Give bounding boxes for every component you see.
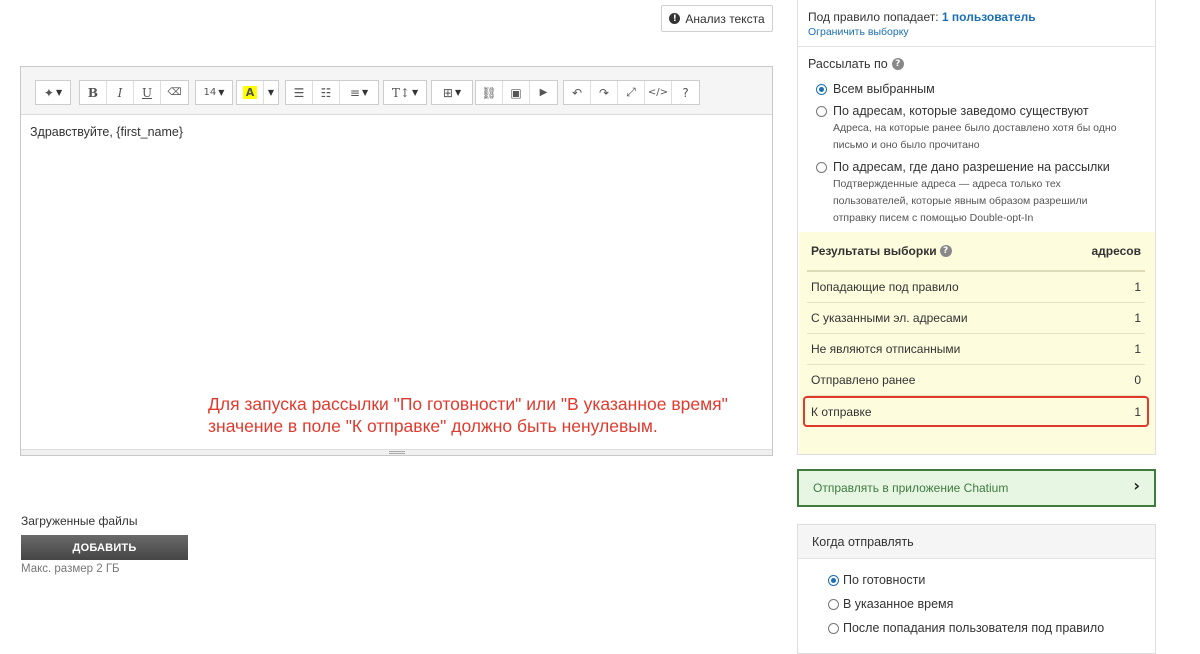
send-by-heading: Рассылать по ?: [808, 57, 904, 71]
analyze-text-button[interactable]: ! Анализ текста: [661, 5, 773, 32]
text-style-icon[interactable]: T↕ ▼: [384, 81, 426, 104]
italic-icon[interactable]: I: [107, 81, 134, 104]
chatium-label: Отправлять в приложение Chatium: [813, 481, 1009, 495]
results-title: Результаты выборки: [811, 244, 937, 258]
send-by-label: Рассылать по: [808, 57, 888, 71]
send-to-chatium-button[interactable]: Отправлять в приложение Chatium ›: [797, 469, 1156, 507]
radio-selected-icon[interactable]: [816, 84, 827, 95]
send-by-option-all[interactable]: Всем выбранным: [816, 82, 935, 96]
color-dropdown-caret[interactable]: ▼: [264, 81, 278, 104]
bullet-list-icon[interactable]: ☰: [286, 81, 313, 104]
toolbar-group-format: B I U ⌫: [79, 80, 189, 105]
toolbar-group-text-style: T↕ ▼: [383, 80, 427, 105]
editor-resize-handle[interactable]: [21, 449, 772, 455]
when-to-send-title: Когда отправлять: [798, 525, 1155, 559]
option-label: По адресам, где дано разрешение на рассы…: [833, 160, 1110, 174]
font-size-select[interactable]: 14 ▼: [196, 81, 232, 104]
toolbar-group-insert: ⛓ ▣ ▶: [475, 80, 558, 105]
underline-icon[interactable]: U: [134, 81, 161, 104]
to-send-row: К отправке 1: [803, 396, 1149, 427]
when-option-after-rule[interactable]: После попадания пользователя под правило: [828, 621, 1104, 635]
option-label: В указанное время: [843, 597, 954, 611]
link-icon[interactable]: ⛓: [476, 81, 503, 104]
row-label: Не являются отписанными: [811, 342, 961, 356]
rule-prefix: Под правило попадает:: [808, 10, 939, 24]
audience-panel: Под правило попадает: 1 пользователь Огр…: [797, 0, 1156, 455]
highlight-color-icon[interactable]: A: [237, 81, 264, 104]
editor-toolbar: ✦ ▼ B I U ⌫ 14 ▼ A ▼ ☰ ☷ ≡ ▼ T↕ ▼ ⊞ ▼ ⛓ ▣ ▶: [21, 67, 772, 115]
when-to-send-panel: Когда отправлять По готовности В указанн…: [797, 524, 1156, 654]
limit-selection-link[interactable]: Ограничить выборку: [808, 26, 909, 38]
option-label: По готовности: [843, 573, 926, 587]
question-icon[interactable]: ?: [891, 58, 904, 70]
option-label: По адресам, которые заведомо существуют: [833, 104, 1089, 118]
row-value: 1: [1134, 280, 1141, 294]
bold-icon[interactable]: B: [80, 81, 107, 104]
table-row: Отправлено ранее 0: [807, 365, 1145, 396]
max-size-note: Макс. размер 2 ГБ: [21, 563, 120, 575]
analyze-text-label: Анализ текста: [685, 11, 765, 26]
results-column-label: адресов: [1091, 244, 1141, 258]
undo-icon[interactable]: ↶: [564, 81, 591, 104]
send-by-option-existing[interactable]: По адресам, которые заведомо существуют …: [816, 104, 1133, 154]
redo-icon[interactable]: ↷: [591, 81, 618, 104]
table-icon[interactable]: ⊞ ▼: [432, 81, 472, 104]
row-label: Попадающие под правило: [811, 280, 959, 294]
option-label: После попадания пользователя под правило: [843, 621, 1105, 635]
editor-text: Здравствуйте, {first_name}: [30, 125, 184, 139]
option-description: Адреса, на которые ранее было доставлено…: [833, 122, 1117, 151]
toolbar-group-misc: ↶ ↷ ⤢ </> ?: [563, 80, 700, 105]
toolbar-group-para: ☰ ☷ ≡ ▼: [285, 80, 379, 105]
divider: [798, 46, 1155, 47]
radio-icon[interactable]: [828, 623, 839, 634]
eraser-icon[interactable]: ⌫: [161, 81, 188, 104]
annotation-note: Для запуска рассылки "По готовности" или…: [208, 393, 748, 437]
numbered-list-icon[interactable]: ☷: [313, 81, 340, 104]
radio-icon[interactable]: [816, 162, 827, 173]
magic-wand-icon[interactable]: ✦ ▼: [36, 81, 70, 104]
toolbar-group-style: ✦ ▼: [35, 80, 71, 105]
radio-icon[interactable]: [828, 599, 839, 610]
info-icon: !: [669, 13, 681, 24]
uploaded-files-label: Загруженные файлы: [21, 514, 138, 528]
annotation-line-2: значение в поле "К отправке" должно быть…: [208, 416, 658, 436]
image-icon[interactable]: ▣: [503, 81, 530, 104]
row-label: Отправлено ранее: [811, 373, 916, 387]
align-icon[interactable]: ≡ ▼: [340, 81, 378, 104]
rule-summary: Под правило попадает: 1 пользователь: [808, 10, 1036, 24]
results-table: Результаты выборки ? адресов Попадающие …: [799, 232, 1155, 454]
code-view-icon[interactable]: </>: [645, 81, 672, 104]
video-icon[interactable]: ▶: [530, 81, 557, 104]
send-by-option-permitted[interactable]: По адресам, где дано разрешение на рассы…: [816, 160, 1133, 227]
annotation-line-1: Для запуска рассылки "По готовности" или…: [208, 394, 728, 414]
rule-count[interactable]: 1 пользователь: [942, 10, 1036, 24]
table-row: Попадающие под правило 1: [807, 272, 1145, 303]
option-description: Подтвержденные адреса — адреса только те…: [833, 178, 1088, 224]
radio-selected-icon[interactable]: [828, 575, 839, 586]
toolbar-group-color: A ▼: [236, 80, 279, 105]
help-icon[interactable]: ?: [672, 81, 699, 104]
results-header: Результаты выборки ? адресов: [807, 232, 1145, 272]
chevron-right-icon: ›: [1133, 475, 1140, 495]
row-label: К отправке: [811, 404, 872, 419]
toolbar-group-size: 14 ▼: [195, 80, 233, 105]
when-option-ready[interactable]: По готовности: [828, 573, 925, 587]
option-label: Всем выбранным: [833, 82, 935, 96]
radio-icon[interactable]: [816, 106, 827, 117]
row-value: 0: [1134, 373, 1141, 387]
editor-content[interactable]: Здравствуйте, {first_name}: [21, 115, 772, 149]
fullscreen-icon[interactable]: ⤢: [618, 81, 645, 104]
table-row: С указанными эл. адресами 1: [807, 303, 1145, 334]
row-value: 1: [1134, 404, 1141, 419]
row-label: С указанными эл. адресами: [811, 311, 968, 325]
question-icon[interactable]: ?: [939, 245, 952, 257]
row-value: 1: [1134, 342, 1141, 356]
add-file-button[interactable]: ДОБАВИТЬ: [21, 535, 188, 560]
table-row: Не являются отписанными 1: [807, 334, 1145, 365]
toolbar-group-table: ⊞ ▼: [431, 80, 473, 105]
grip-icon: [389, 451, 405, 454]
row-value: 1: [1134, 311, 1141, 325]
when-option-scheduled[interactable]: В указанное время: [828, 597, 953, 611]
